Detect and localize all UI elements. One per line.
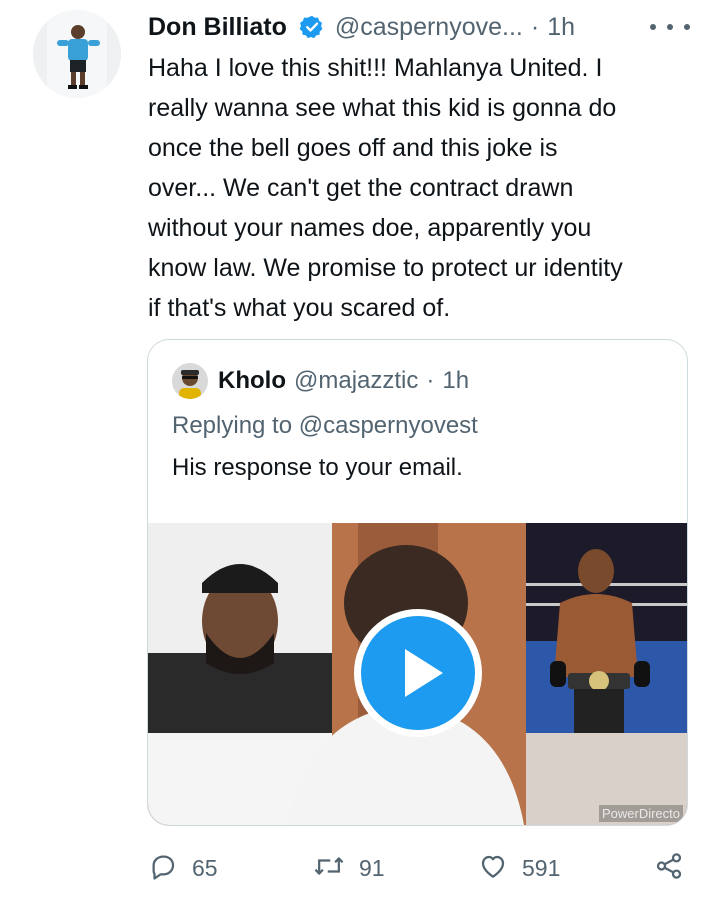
quote-author-avatar[interactable] — [172, 363, 208, 399]
tweet-text: Haha I love this shit!!! Mahlanya United… — [148, 54, 623, 322]
like-button[interactable]: 591 — [478, 846, 560, 890]
tweet[interactable]: Don Billiato @caspernyove... · 1h Haha I… — [0, 0, 720, 902]
reply-count: 65 — [192, 854, 218, 881]
quote-author-name[interactable]: Kholo — [218, 367, 286, 395]
author-name[interactable]: Don Billiato — [148, 13, 287, 42]
separator-dot: · — [530, 12, 540, 41]
quote-separator-dot: · — [426, 367, 435, 394]
video-watermark: PowerDirecto — [598, 805, 683, 822]
verified-badge-icon — [293, 14, 325, 40]
share-button[interactable] — [653, 846, 685, 890]
tweet-actions: 65 91 591 — [148, 846, 698, 890]
replying-to: Replying to @caspernyovest — [172, 412, 478, 439]
share-icon — [653, 851, 685, 886]
reply-button[interactable]: 65 — [148, 846, 218, 890]
quote-time[interactable]: 1h — [442, 367, 469, 395]
retweet-button[interactable]: 91 — [313, 846, 385, 890]
retweet-count: 91 — [359, 854, 385, 881]
video-thumbnail[interactable]: PowerDirecto — [148, 523, 687, 825]
quoted-tweet[interactable]: Kholo @majazztic · 1h Replying to @caspe… — [147, 339, 688, 826]
reply-icon — [148, 851, 178, 886]
tweet-header: Don Billiato @caspernyove... · 1h — [148, 10, 575, 44]
heart-icon — [478, 851, 508, 886]
author-avatar[interactable] — [33, 10, 121, 98]
retweet-icon — [313, 851, 345, 886]
like-count: 591 — [522, 854, 561, 881]
more-options-icon[interactable] — [650, 12, 690, 42]
quote-header: Kholo @majazztic · 1h — [218, 364, 469, 398]
tweet-time[interactable]: 1h — [547, 13, 575, 42]
author-handle[interactable]: @caspernyove... — [335, 13, 523, 42]
quote-author-handle[interactable]: @majazztic — [294, 367, 418, 395]
quote-text: His response to your email. — [172, 454, 463, 481]
play-icon[interactable] — [354, 609, 482, 737]
